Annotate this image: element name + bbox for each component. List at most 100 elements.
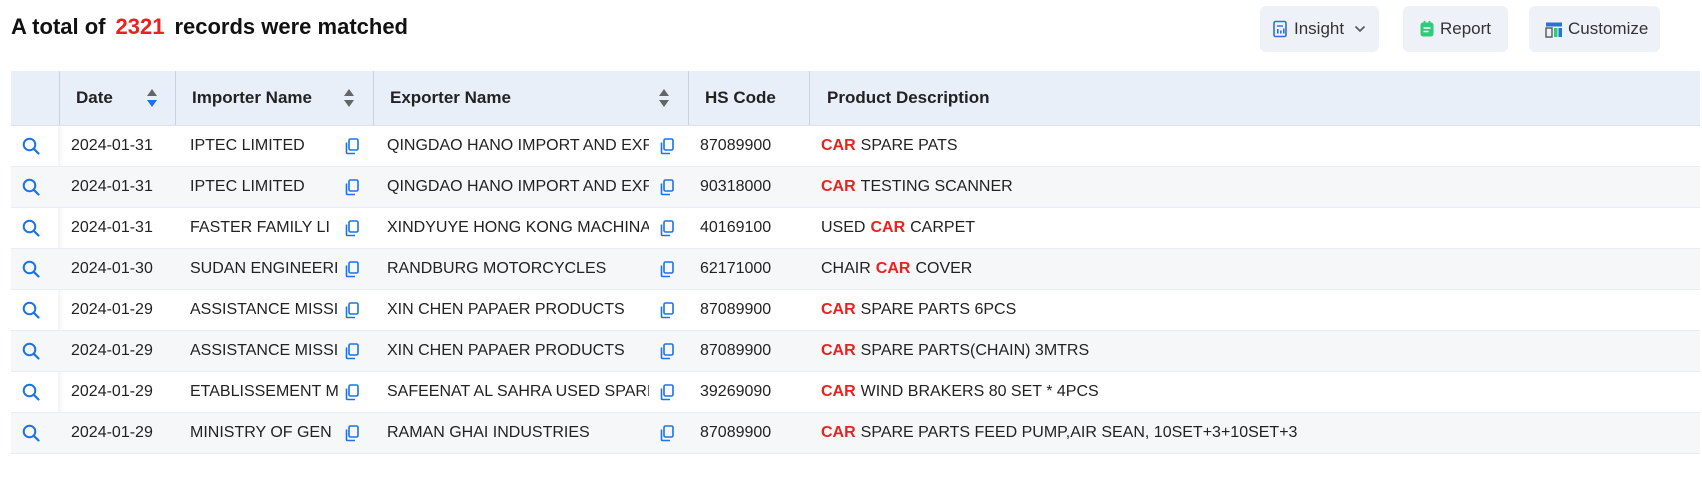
importer-cell[interactable]: ASSISTANCE MISSI <box>190 331 338 371</box>
keyword-highlight: CAR <box>870 219 906 236</box>
description-prefix: CHAIR <box>821 260 871 277</box>
sort-icon[interactable] <box>658 88 670 108</box>
date-cell: 2024-01-30 <box>71 260 153 277</box>
description-text: SPARE PARTS 6PCS <box>860 301 1017 318</box>
chevron-down-icon <box>1355 25 1366 33</box>
summary-prefix: A total of <box>11 14 106 39</box>
copy-icon[interactable] <box>345 425 359 442</box>
exporter-cell[interactable]: XIN CHEN PAPAER PRODUCTS <box>387 290 649 330</box>
table-row[interactable]: 2024-01-29 ASSISTANCE MISSI XIN CHEN PAPAE… <box>11 331 1700 372</box>
description-cell: USED CAR CARPET <box>821 208 1691 248</box>
exporter-cell[interactable]: SAFEENAT AL SAHRA USED SPARE <box>387 372 649 412</box>
record-count: 2321 <box>115 14 165 39</box>
date-cell: 2024-01-29 <box>71 342 153 359</box>
column-divider <box>373 71 374 125</box>
hs-code-cell: 90318000 <box>700 178 772 195</box>
copy-icon[interactable] <box>345 220 359 237</box>
customize-label: Customize <box>1568 19 1649 38</box>
search-icon[interactable] <box>22 137 40 155</box>
column-header-description: Product Description <box>827 71 1127 125</box>
importer-cell[interactable]: IPTEC LIMITED <box>190 126 338 166</box>
search-icon[interactable] <box>22 260 40 278</box>
copy-icon[interactable] <box>660 343 674 360</box>
table-row[interactable]: 2024-01-29 ASSISTANCE MISSI XIN CHEN PAPAE… <box>11 290 1700 331</box>
copy-icon[interactable] <box>660 220 674 237</box>
column-divider <box>809 71 810 125</box>
search-icon[interactable] <box>22 342 40 360</box>
table-row[interactable]: 2024-01-31 FASTER FAMILY LI XINDYUYE HONG … <box>11 208 1700 249</box>
exporter-cell[interactable]: QINGDAO HANO IMPORT AND EXP <box>387 167 649 207</box>
sort-icon[interactable] <box>146 88 158 108</box>
importer-cell[interactable]: MINISTRY OF GEN <box>190 413 338 453</box>
table-row[interactable]: 2024-01-30 SUDAN ENGINEERI RANDBURG MOTORC… <box>11 249 1700 290</box>
description-text: SPARE PARTS(CHAIN) 3MTRS <box>860 342 1090 359</box>
copy-icon[interactable] <box>345 384 359 401</box>
description-prefix: USED <box>821 219 866 236</box>
exporter-cell[interactable]: RAMAN GHAI INDUSTRIES <box>387 413 649 453</box>
copy-icon[interactable] <box>660 138 674 155</box>
table-row[interactable]: 2024-01-29 ETABLISSEMENT M SAFEENAT AL SAH… <box>11 372 1700 413</box>
summary-suffix: records were matched <box>174 14 408 39</box>
column-header-date-label: Date <box>76 88 113 107</box>
copy-icon[interactable] <box>660 302 674 319</box>
importer-cell[interactable]: FASTER FAMILY LI <box>190 208 338 248</box>
search-icon[interactable] <box>22 219 40 237</box>
keyword-highlight: CAR <box>821 178 856 195</box>
hs-code-cell: 87089900 <box>700 342 772 359</box>
search-icon[interactable] <box>22 178 40 196</box>
column-header-hs-code: HS Code <box>705 71 805 125</box>
results-header: A total of 2321 records were matched Insig… <box>0 0 1702 70</box>
date-cell: 2024-01-29 <box>71 301 153 318</box>
importer-cell[interactable]: IPTEC LIMITED <box>190 167 338 207</box>
search-icon[interactable] <box>22 301 40 319</box>
table-row[interactable]: 2024-01-31 IPTEC LIMITED QINGDAO HANO IMPO… <box>11 167 1700 208</box>
results-table: Date Importer Name Exporter Name HS Code… <box>11 71 1700 454</box>
keyword-highlight: CAR <box>821 342 856 359</box>
exporter-cell[interactable]: XINDYUYE HONG KONG MACHINA <box>387 208 649 248</box>
description-cell: CAR SPARE PARTS FEED PUMP,AIR SEAN, 10SET… <box>821 413 1691 453</box>
insight-label: Insight <box>1294 19 1345 38</box>
hs-code-cell: 62171000 <box>700 260 772 277</box>
keyword-highlight: CAR <box>821 301 856 318</box>
table-row[interactable]: 2024-01-31 IPTEC LIMITED QINGDAO HANO IMPO… <box>11 126 1700 167</box>
column-header-importer[interactable]: Importer Name <box>192 71 342 125</box>
copy-icon[interactable] <box>345 179 359 196</box>
column-header-description-label: Product Description <box>827 88 990 107</box>
hs-code-cell: 40169100 <box>700 219 772 236</box>
sort-icon[interactable] <box>343 88 355 108</box>
copy-icon[interactable] <box>345 343 359 360</box>
importer-cell[interactable]: ASSISTANCE MISSI <box>190 290 338 330</box>
report-icon <box>1420 20 1434 37</box>
importer-cell[interactable]: SUDAN ENGINEERI <box>190 249 338 289</box>
hs-code-cell: 39269090 <box>700 383 772 400</box>
description-cell: CAR WIND BRAKERS 80 SET * 4PCS <box>821 372 1691 412</box>
copy-icon[interactable] <box>345 261 359 278</box>
column-divider <box>688 71 689 125</box>
search-icon[interactable] <box>22 383 40 401</box>
copy-icon[interactable] <box>345 138 359 155</box>
search-icon[interactable] <box>22 424 40 442</box>
keyword-highlight: CAR <box>821 383 856 400</box>
exporter-cell[interactable]: QINGDAO HANO IMPORT AND EXP <box>387 126 649 166</box>
copy-icon[interactable] <box>345 302 359 319</box>
copy-icon[interactable] <box>660 261 674 278</box>
copy-icon[interactable] <box>660 179 674 196</box>
description-text: SPARE PATS <box>860 137 958 154</box>
customize-button[interactable]: Customize <box>1529 6 1660 52</box>
insight-button[interactable]: Insight <box>1260 6 1379 52</box>
report-button[interactable]: Report <box>1403 6 1508 52</box>
copy-icon[interactable] <box>660 425 674 442</box>
exporter-cell[interactable]: XIN CHEN PAPAER PRODUCTS <box>387 331 649 371</box>
description-cell: CHAIR CAR COVER <box>821 249 1691 289</box>
column-header-exporter[interactable]: Exporter Name <box>390 71 590 125</box>
table-row[interactable]: 2024-01-29 MINISTRY OF GEN RAMAN GHAI INDU… <box>11 413 1700 454</box>
column-header-hs-code-label: HS Code <box>705 88 776 107</box>
column-header-date[interactable]: Date <box>76 71 176 125</box>
customize-icon <box>1545 22 1562 38</box>
exporter-cell[interactable]: RANDBURG MOTORCYCLES <box>387 249 649 289</box>
importer-cell[interactable]: ETABLISSEMENT M <box>190 372 338 412</box>
insight-icon <box>1273 20 1287 38</box>
description-cell: CAR SPARE PARTS(CHAIN) 3MTRS <box>821 331 1691 371</box>
copy-icon[interactable] <box>660 384 674 401</box>
results-summary: A total of 2321 records were matched <box>11 14 408 40</box>
